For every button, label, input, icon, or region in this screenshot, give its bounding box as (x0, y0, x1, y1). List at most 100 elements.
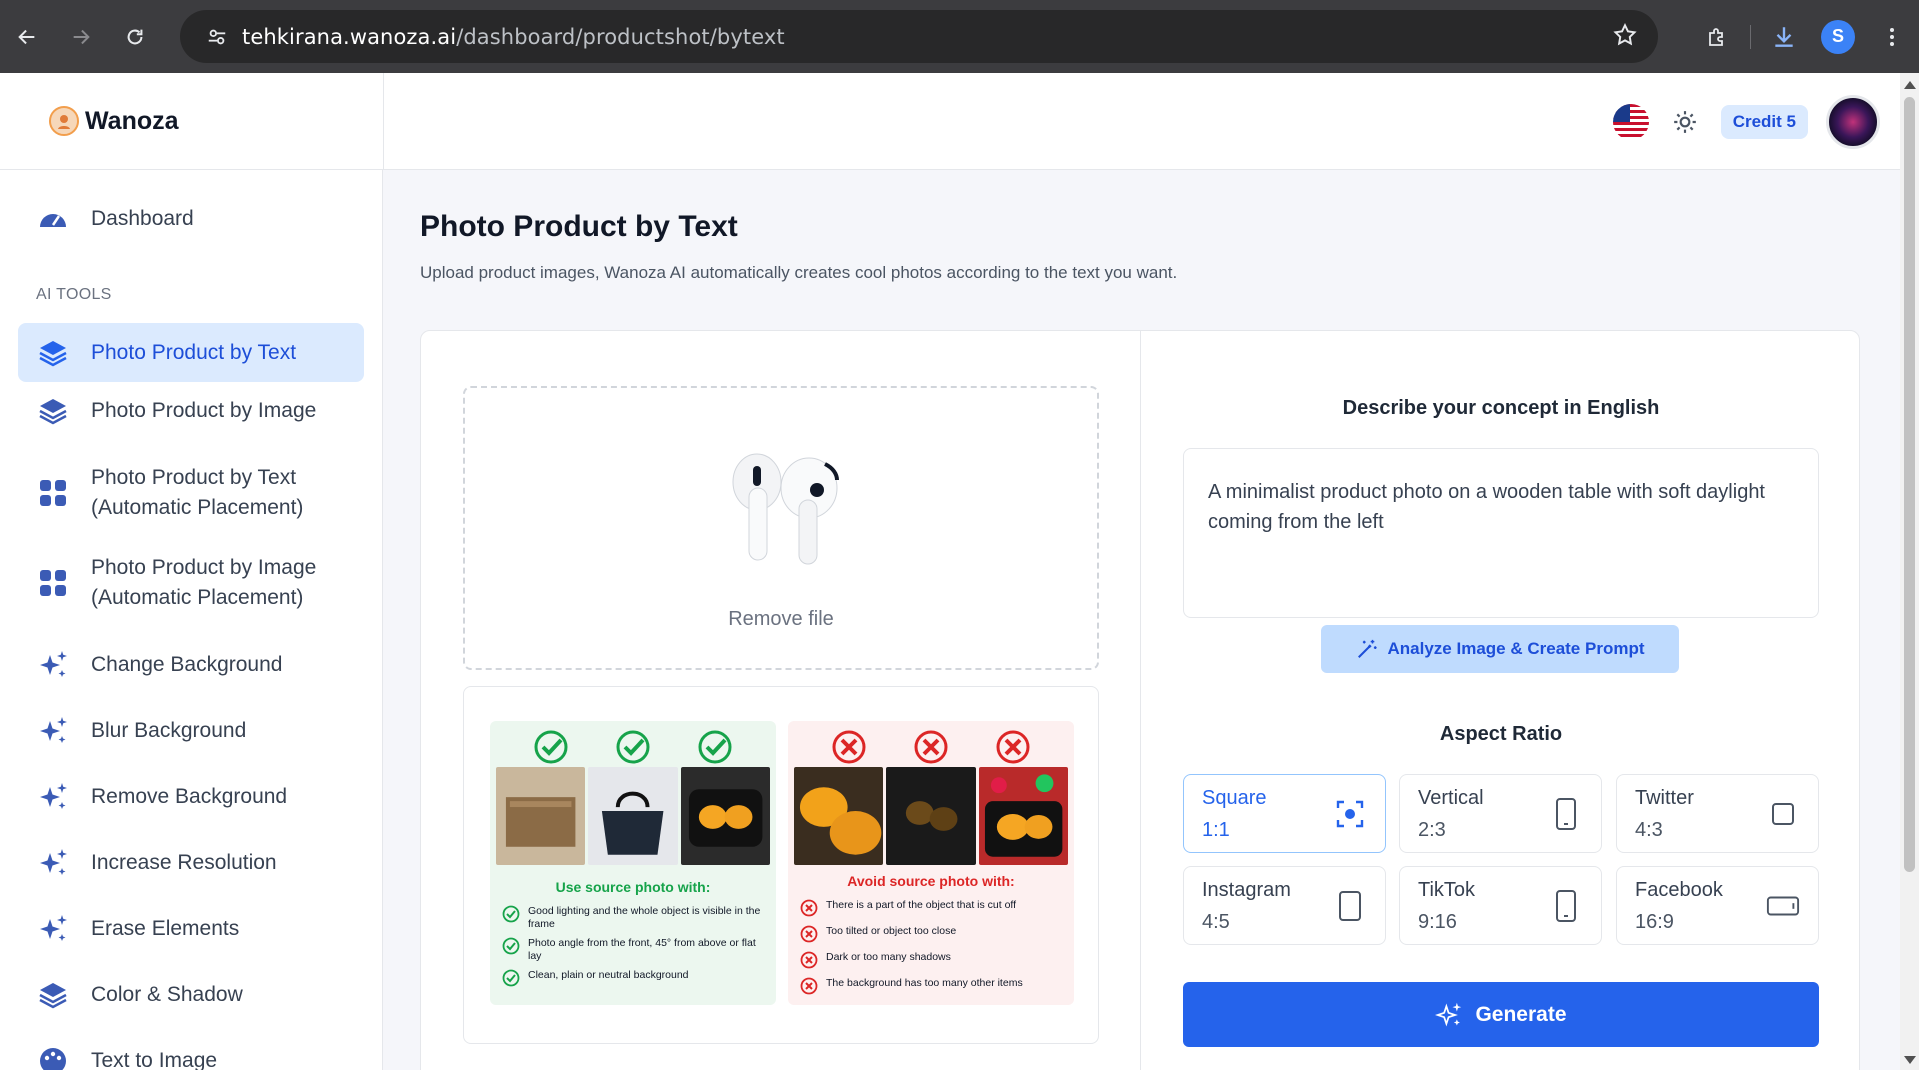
focus-frame-icon (1333, 797, 1367, 831)
sparkles-icon (36, 846, 70, 880)
sidebar-item-text-to-image[interactable]: Text to Image (18, 1034, 364, 1070)
aspect-option-square[interactable]: Square 1:1 (1183, 774, 1386, 853)
sidebar-item-blur-background[interactable]: Blur Background (18, 704, 364, 758)
analyze-button-label: Analyze Image & Create Prompt (1387, 639, 1645, 658)
bad-guide-item: Too tilted or object too close (800, 925, 1064, 943)
remove-file-link[interactable]: Remove file (465, 608, 1097, 631)
bad-guide-item: The background has too many other items (800, 977, 1064, 995)
grid-icon (36, 476, 70, 510)
sidebar-item-remove-background[interactable]: Remove Background (18, 770, 364, 824)
x-circle-icon (800, 925, 818, 943)
aspect-option-name: Facebook (1635, 879, 1723, 901)
scrollbar-thumb[interactable] (1904, 97, 1915, 872)
reload-button[interactable] (108, 0, 162, 73)
scroll-down-icon[interactable] (1904, 1056, 1916, 1064)
magic-wand-icon (1356, 638, 1378, 660)
scroll-up-icon[interactable] (1904, 81, 1916, 89)
bookmark-star-icon[interactable] (1612, 22, 1638, 53)
sparkles-icon (36, 714, 70, 748)
prompt-textarea[interactable]: A minimalist product photo on a wooden t… (1183, 448, 1819, 618)
aspect-option-instagram[interactable]: Instagram 4:5 (1183, 866, 1386, 945)
sidebar-item-erase-elements[interactable]: Erase Elements (18, 902, 364, 956)
sidebar-item-change-background[interactable]: Change Background (18, 638, 364, 692)
aspect-option-tiktok[interactable]: TikTok 9:16 (1399, 866, 1602, 945)
sidebar-item-photo-product-by-image-auto[interactable]: Photo Product by Image (Automatic Placem… (18, 548, 364, 618)
url-path: /dashboard/productshot/bytext (456, 24, 785, 49)
example-photo-cluttered (978, 767, 1068, 865)
address-bar[interactable]: tehkirana.wanoza.ai/dashboard/productsho… (180, 10, 1658, 63)
bad-guide-text: There is a part of the object that is cu… (826, 899, 1017, 911)
page-scrollbar[interactable] (1900, 73, 1919, 1070)
landscape-rect-icon (1766, 889, 1800, 923)
page-subtitle: Upload product images, Wanoza AI automat… (420, 263, 1178, 282)
bad-guide-text: The background has too many other items (826, 977, 1023, 989)
sidebar-item-photo-product-by-text-auto[interactable]: Photo Product by Text (Automatic Placeme… (18, 458, 364, 528)
site-settings-icon[interactable] (192, 26, 242, 48)
aspect-option-ratio: 2:3 (1418, 819, 1446, 841)
aspect-option-facebook[interactable]: Facebook 16:9 (1616, 866, 1819, 945)
aspect-option-name: TikTok (1418, 879, 1476, 901)
x-icon (996, 730, 1030, 764)
example-photo-food (680, 767, 770, 865)
page-title: Photo Product by Text (420, 210, 738, 243)
aspect-ratio-title: Aspect Ratio (1439, 723, 1563, 745)
sidebar-item-photo-product-by-image[interactable]: Photo Product by Image (18, 382, 364, 440)
good-guide-item: Photo angle from the front, 45° from abo… (502, 937, 766, 963)
analyze-image-button[interactable]: Analyze Image & Create Prompt (1321, 625, 1679, 673)
example-photo-dark (886, 767, 976, 865)
puzzle-icon (1709, 27, 1723, 46)
upload-dropzone[interactable]: Remove file (463, 386, 1099, 670)
aspect-option-name: Square (1202, 787, 1267, 809)
sparkles-icon (36, 912, 70, 946)
x-circle-icon (800, 951, 818, 969)
brand-name: Wanoza (85, 106, 179, 135)
extensions-button[interactable] (1690, 0, 1744, 73)
us-flag-icon[interactable] (1612, 103, 1649, 140)
example-photo-bag (588, 767, 678, 865)
sparkles-icon (36, 648, 70, 682)
good-guide-text: Clean, plain or neutral background (528, 969, 689, 981)
generate-button[interactable]: Generate (1183, 982, 1819, 1047)
back-button[interactable] (0, 0, 54, 73)
concept-title: Describe your concept in English (1342, 397, 1660, 419)
sun-icon[interactable] (1667, 104, 1703, 140)
aspect-option-ratio: 9:16 (1418, 911, 1457, 933)
sidebar-item-color-shadow[interactable]: Color & Shadow (18, 968, 364, 1022)
aspect-option-twitter[interactable]: Twitter 4:3 (1616, 774, 1819, 853)
url-text: tehkirana.wanoza.ai/dashboard/productsho… (242, 25, 785, 49)
profile-avatar-icon: S (1821, 19, 1855, 54)
brand[interactable]: Wanoza (49, 106, 179, 136)
sidebar-item-photo-product-by-text[interactable]: Photo Product by Text (18, 323, 364, 382)
app-header: Wanoza Credit 5 (0, 73, 1900, 170)
kebab-menu-icon (1890, 27, 1894, 46)
aspect-option-name: Instagram (1202, 879, 1291, 901)
portrait-device-icon (1549, 797, 1583, 831)
uploaded-product-image (732, 453, 839, 565)
reload-icon (127, 29, 143, 44)
chrome-menu-button[interactable] (1865, 0, 1919, 73)
sidebar-item-label: Photo Product by Image (Automatic Placem… (91, 556, 317, 609)
bad-guide-item: Dark or too many shadows (800, 951, 1064, 969)
square-outline-icon (1766, 797, 1800, 831)
sparkles-icon (1435, 1001, 1463, 1029)
sidebar-item-label: Dashboard (91, 207, 194, 230)
user-avatar[interactable] (1826, 94, 1880, 149)
good-guide-text: Good lighting and the whole object is vi… (528, 905, 761, 930)
sidebar-item-dashboard[interactable]: Dashboard (18, 192, 364, 246)
downloads-button[interactable] (1757, 0, 1811, 73)
aspect-option-vertical[interactable]: Vertical 2:3 (1399, 774, 1602, 853)
example-photo-cut-off (794, 767, 884, 865)
concept-panel: Describe your concept in English A minim… (1141, 331, 1861, 1070)
forward-button[interactable] (54, 0, 108, 73)
sidebar-item-label: Text to Image (91, 1049, 218, 1070)
aspect-option-ratio: 1:1 (1202, 819, 1230, 841)
download-icon (1775, 26, 1793, 47)
profile-button[interactable]: S (1811, 0, 1865, 73)
x-circle-icon (800, 977, 818, 995)
browser-toolbar: tehkirana.wanoza.ai/dashboard/productsho… (0, 0, 1919, 73)
sidebar-item-increase-resolution[interactable]: Increase Resolution (18, 836, 364, 890)
sidebar-item-label: Photo Product by Text (91, 340, 297, 364)
layers-icon (36, 336, 70, 370)
example-photo-box (496, 767, 586, 865)
credit-badge[interactable]: Credit 5 (1720, 104, 1808, 139)
